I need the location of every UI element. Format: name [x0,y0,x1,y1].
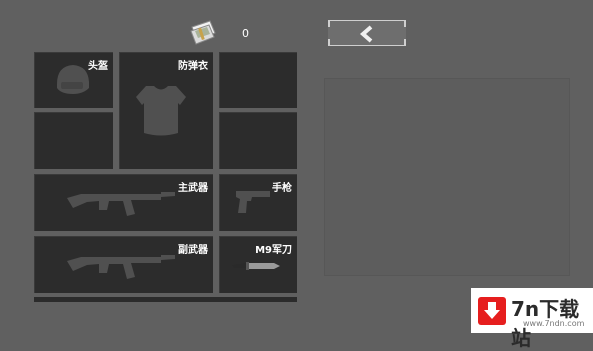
armor-label: 防弹衣 [178,61,208,72]
secondary-weapon-slot[interactable]: 副武器 [34,236,213,293]
rifle-icon [67,255,175,279]
item-details-panel [324,78,570,276]
knife-slot[interactable]: M9军刀 [219,236,297,293]
watermark: 7n下载站 www.7ndn.com [471,288,593,350]
empty-slot-left[interactable] [34,112,113,169]
vest-icon [136,86,186,136]
chevron-left-icon [359,25,373,43]
cash-icon [188,18,218,46]
pistol-icon [236,191,270,213]
secondary-weapon-label: 副武器 [178,245,208,256]
back-button[interactable] [328,20,406,46]
helmet-icon [57,65,89,94]
primary-weapon-label: 主武器 [178,183,208,194]
armor-slot[interactable]: 防弹衣 [119,52,213,169]
rifle-icon [67,192,175,216]
knife-icon [232,262,280,270]
inventory-bottom-bar [34,297,297,302]
watermark-url: www.7ndn.com [523,319,585,328]
knife-label: M9军刀 [255,245,292,256]
empty-slot-top-right[interactable] [219,52,297,108]
empty-slot-right[interactable] [219,112,297,169]
helmet-slot[interactable]: 头盔 [34,52,113,108]
pistol-slot[interactable]: 手枪 [219,174,297,231]
money-count: 0 [242,27,249,40]
pistol-label: 手枪 [272,183,292,194]
primary-weapon-slot[interactable]: 主武器 [34,174,213,231]
helmet-label: 头盔 [88,61,108,72]
download-logo-icon [478,297,506,325]
